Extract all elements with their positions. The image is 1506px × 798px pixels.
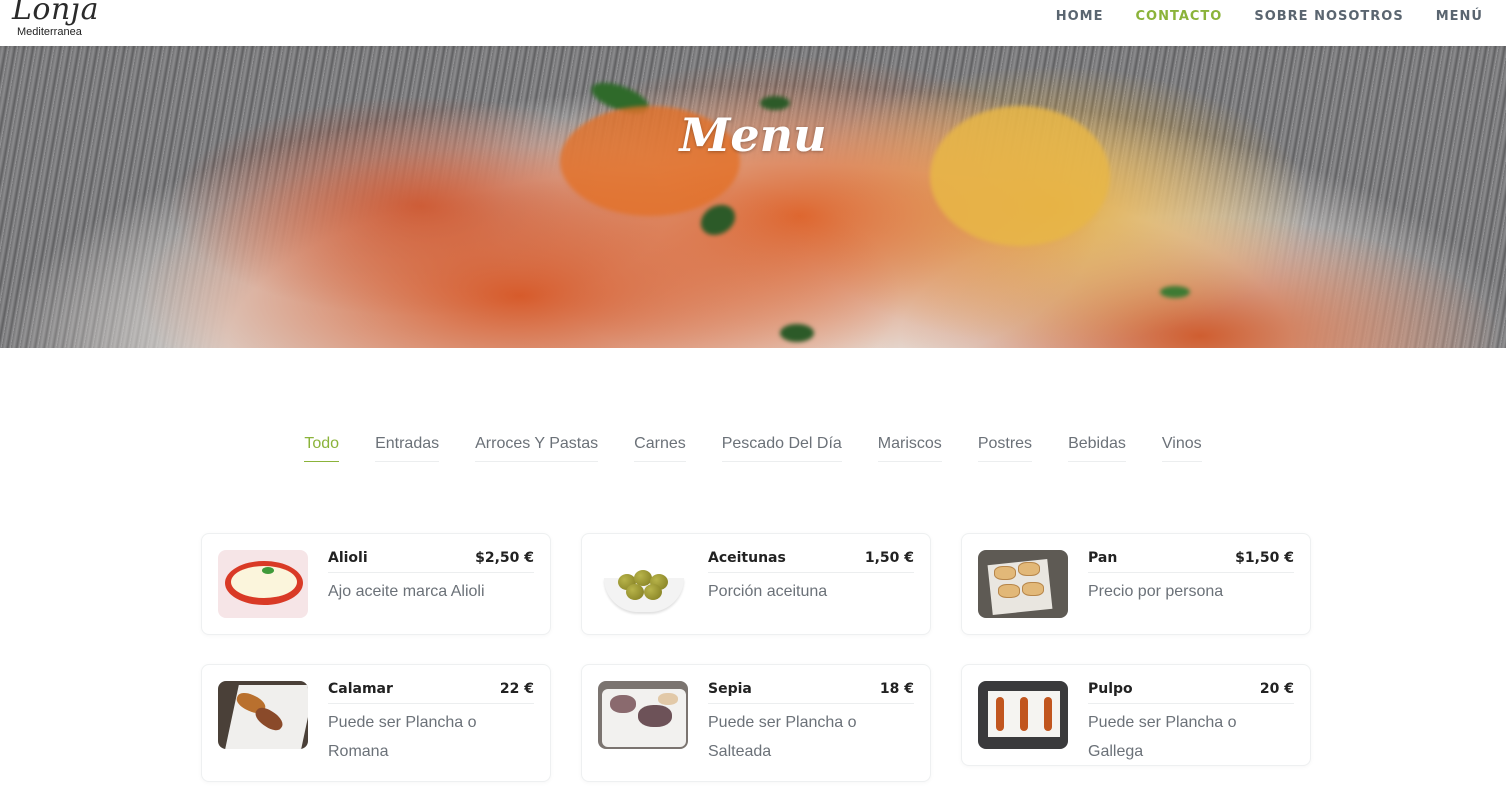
herb-garnish-icon <box>780 324 814 342</box>
divider <box>1088 572 1294 573</box>
hero-banner: Menu <box>0 46 1506 348</box>
divider <box>1088 703 1294 704</box>
item-description: Puede ser Plancha o Salteada <box>708 714 857 760</box>
tab-mariscos[interactable]: Mariscos <box>877 435 942 462</box>
item-name: Sepia <box>708 681 752 697</box>
item-price: 20 € <box>1259 681 1294 697</box>
herb-garnish-icon <box>1160 286 1190 298</box>
item-price: 22 € <box>499 681 534 697</box>
item-name: Aceitunas <box>708 550 786 566</box>
main-nav: HOME CONTACTO SOBRE NOSOTROS MENÚ <box>1056 0 1506 32</box>
tab-entradas[interactable]: Entradas <box>375 435 440 462</box>
grilled-squid-image <box>218 681 308 749</box>
cuttlefish-plate-image <box>598 681 688 749</box>
logo-subtitle: Mediterranea <box>17 26 82 38</box>
nav-menu[interactable]: MENÚ <box>1436 9 1483 24</box>
tab-arroces-y-pastas[interactable]: Arroces Y Pastas <box>475 435 599 462</box>
menu-item-card[interactable]: Pan $1,50 € Precio por persona <box>961 533 1311 635</box>
category-filter-tabs: Todo Entradas Arroces Y Pastas Carnes Pe… <box>0 435 1506 462</box>
item-price: 1,50 € <box>864 550 914 566</box>
nav-home[interactable]: HOME <box>1056 9 1104 24</box>
octopus-plates-image <box>978 681 1068 749</box>
item-name: Pan <box>1088 550 1118 566</box>
menu-item-card[interactable]: Aceitunas 1,50 € Porción aceituna <box>581 533 931 635</box>
item-description: Puede ser Plancha o Romana <box>328 714 477 760</box>
alioli-bowl-image <box>218 550 308 618</box>
bread-slices-image <box>978 550 1068 618</box>
tab-bebidas[interactable]: Bebidas <box>1068 435 1126 462</box>
logo-script: Lonja <box>12 0 99 27</box>
tab-postres[interactable]: Postres <box>977 435 1033 462</box>
item-description: Precio por persona <box>1088 583 1224 600</box>
item-name: Calamar <box>328 681 393 697</box>
tab-vinos[interactable]: Vinos <box>1161 435 1202 462</box>
tab-todo[interactable]: Todo <box>304 435 340 462</box>
tab-carnes[interactable]: Carnes <box>634 435 686 462</box>
nav-contacto[interactable]: CONTACTO <box>1135 9 1222 24</box>
olives-dish-image <box>598 550 688 618</box>
nav-sobre-nosotros[interactable]: SOBRE NOSOTROS <box>1254 9 1403 24</box>
divider <box>708 703 914 704</box>
divider <box>328 572 534 573</box>
item-price: $1,50 € <box>1235 550 1294 566</box>
page-title: Menu <box>679 108 827 162</box>
item-price: $2,50 € <box>475 550 534 566</box>
site-header: Lonja Mediterranea HOME CONTACTO SOBRE N… <box>0 0 1506 46</box>
item-name: Alioli <box>328 550 368 566</box>
item-description: Ajo aceite marca Alioli <box>328 583 485 600</box>
menu-item-card[interactable]: Sepia 18 € Puede ser Plancha o Salteada <box>581 664 931 782</box>
menu-item-card[interactable]: Alioli $2,50 € Ajo aceite marca Alioli <box>201 533 551 635</box>
item-name: Pulpo <box>1088 681 1133 697</box>
item-price: 18 € <box>879 681 914 697</box>
divider <box>328 703 534 704</box>
item-description: Puede ser Plancha o Gallega <box>1088 714 1237 760</box>
menu-item-card[interactable]: Calamar 22 € Puede ser Plancha o Romana <box>201 664 551 782</box>
tab-pescado-del-dia[interactable]: Pescado Del Día <box>721 435 842 462</box>
divider <box>708 572 914 573</box>
item-description: Porción aceituna <box>708 583 828 600</box>
menu-item-card[interactable]: Pulpo 20 € Puede ser Plancha o Gallega <box>961 664 1311 766</box>
logo[interactable]: Lonja Mediterranea <box>12 0 112 42</box>
